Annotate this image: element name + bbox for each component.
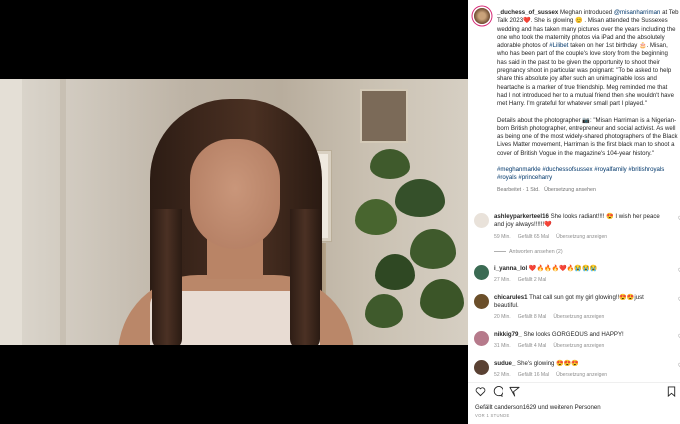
comment-text: sudue_ She's glowing 😍😍😍: [494, 360, 662, 368]
heart-icon[interactable]: [475, 386, 486, 400]
plant: [370, 149, 410, 179]
avatar[interactable]: [474, 8, 490, 24]
comment-username[interactable]: i_yanna_lol: [494, 265, 527, 272]
bookmark-icon[interactable]: [667, 386, 676, 400]
post-username[interactable]: _duchess_of_sussex: [497, 9, 558, 16]
see-translation-link[interactable]: Übersetzung ansehen: [544, 187, 596, 193]
translate-link[interactable]: Übersetzung anzeigen: [553, 343, 604, 349]
comment-body: She's glowing 😍😍😍: [515, 360, 579, 367]
plant: [355, 199, 397, 235]
comment-likes[interactable]: Gefällt 2 Mal: [518, 277, 547, 283]
edited-label: Bearbeitet · 1 Std.: [497, 186, 540, 193]
comment-likes[interactable]: Gefällt 16 Mal: [518, 372, 549, 378]
comment-text: i_yanna_lol ❤️🔥🔥🔥❤️🔥😭😭😭: [494, 265, 662, 273]
comment-meta: 20 Min. Gefällt 8 Mal Übersetzung anzeigen: [494, 314, 611, 320]
comment-body: She looks GORGEOUS and HAPPY!: [521, 331, 624, 338]
comment-likes[interactable]: Gefällt 8 Mal: [518, 314, 547, 320]
comment-meta: 27 Min. Gefällt 2 Mal: [494, 277, 553, 283]
avatar[interactable]: [474, 294, 489, 309]
hashtag-link[interactable]: #Lilibet: [549, 42, 568, 49]
avatar[interactable]: [474, 331, 489, 346]
comment-text: ashleyparkerteel16 She looks radiant!!!!…: [494, 213, 662, 229]
likes-summary[interactable]: Gefällt canderson1629 und weiteren Perso…: [475, 404, 601, 411]
translate-link[interactable]: Übersetzung anzeigen: [556, 372, 607, 378]
avatar[interactable]: [474, 213, 489, 228]
person-face: [190, 139, 280, 249]
comment-likes[interactable]: Gefällt 65 Mal: [518, 234, 549, 240]
comment-body: ❤️🔥🔥🔥❤️🔥😭😭😭: [527, 265, 598, 272]
wall-panel: [60, 79, 66, 345]
avatar[interactable]: [474, 265, 489, 280]
divider-line: [494, 251, 506, 253]
comment-text: nikkig79_ She looks GORGEOUS and HAPPY!: [494, 331, 662, 339]
comment-time: 52 Min.: [494, 372, 511, 378]
caption-part: taken on her 1st birthday 🎂. Misan, who …: [497, 42, 674, 108]
comment-icon[interactable]: [492, 386, 504, 400]
media-area: [0, 0, 468, 424]
comment-likes[interactable]: Gefällt 4 Mal: [518, 343, 547, 349]
comment-meta: 31 Min. Gefällt 4 Mal Übersetzung anzeigen: [494, 343, 611, 349]
comment-meta: 52 Min. Gefällt 16 Mal Übersetzung anzeige…: [494, 372, 614, 378]
comment-text: chicarules1 That call sun got my girl gl…: [494, 294, 662, 310]
avatar[interactable]: [474, 360, 489, 375]
comment-username[interactable]: ashleyparkerteel16: [494, 213, 549, 220]
hashtags[interactable]: #meghanmarkle #duchessofsussex #royalfam…: [497, 166, 679, 183]
view-replies-button[interactable]: Antworten ansehen (2): [494, 249, 563, 255]
caption-meta: Bearbeitet · 1 Std. Übersetzung ansehen: [497, 186, 679, 194]
translate-link[interactable]: Übersetzung anzeigen: [553, 314, 604, 320]
action-bar: [475, 386, 676, 400]
wall-picture: [360, 89, 408, 143]
comment-username[interactable]: sudue_: [494, 360, 515, 367]
divider: [468, 382, 680, 383]
wall-panel: [0, 79, 22, 345]
caption-text: _duchess_of_sussex Meghan introduced @mi…: [497, 9, 679, 194]
caption-intro: Meghan introduced: [558, 9, 614, 16]
plant: [375, 254, 415, 290]
plant: [365, 294, 403, 328]
comment-time: 31 Min.: [494, 343, 511, 349]
comment-time: 59 Min.: [494, 234, 511, 240]
caption-paragraph: Details about the photographer 📷: "Misan…: [497, 116, 678, 157]
mention-link[interactable]: @misanharriman: [614, 9, 661, 16]
plant: [395, 179, 445, 217]
plant: [410, 229, 456, 269]
comment-username[interactable]: chicarules1: [494, 294, 528, 301]
plant: [420, 279, 464, 319]
comment-time: 27 Min.: [494, 277, 511, 283]
person-hair: [152, 209, 182, 345]
translate-link[interactable]: Übersetzung anzeigen: [556, 234, 607, 240]
post-time: VOR 1 STUNDE: [475, 413, 510, 418]
post-panel: _duchess_of_sussex Meghan introduced @mi…: [468, 0, 680, 424]
video-player[interactable]: [0, 79, 468, 345]
comment-username[interactable]: nikkig79_: [494, 331, 522, 338]
send-icon[interactable]: [509, 386, 520, 400]
person-hair: [290, 209, 320, 345]
view-replies-label[interactable]: Antworten ansehen (2): [509, 249, 563, 255]
comment-time: 20 Min.: [494, 314, 511, 320]
comment-meta: 59 Min. Gefällt 65 Mal Übersetzung anzeige…: [494, 234, 614, 240]
